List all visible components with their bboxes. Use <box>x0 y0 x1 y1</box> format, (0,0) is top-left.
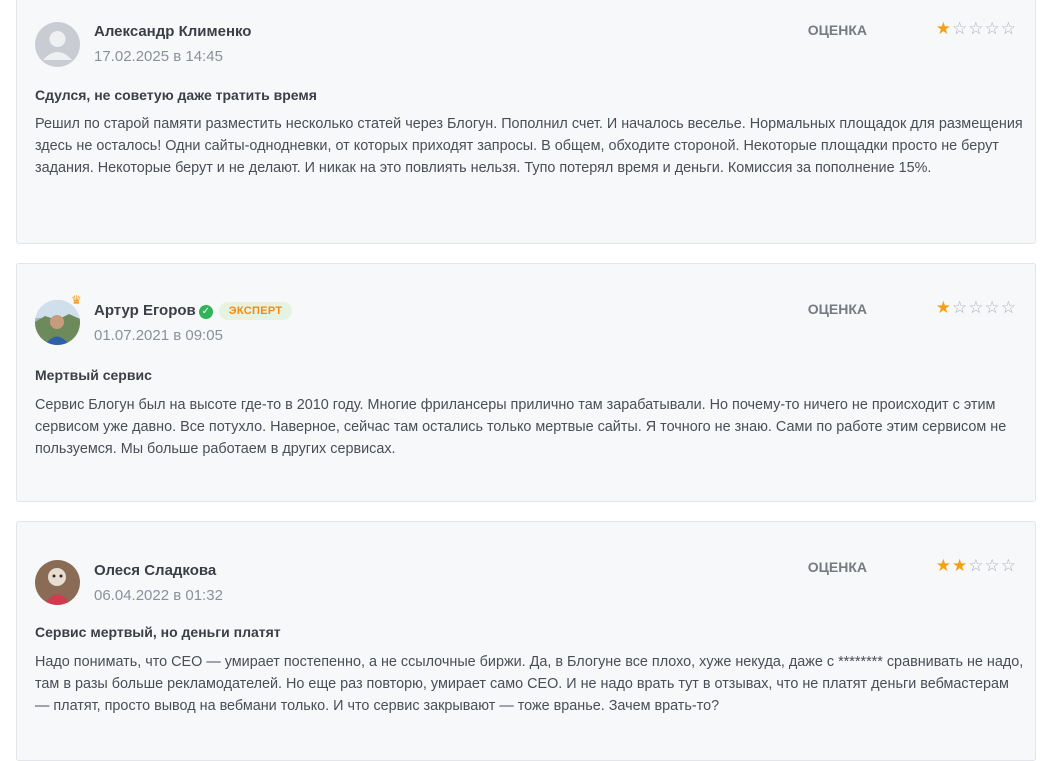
expert-badge: ЭКСПЕРТ <box>218 302 293 320</box>
review-date: 06.04.2022 в 01:32 <box>94 587 223 604</box>
star-empty-icon: ☆ <box>968 19 985 38</box>
star-empty-icon: ☆ <box>984 19 1001 38</box>
rating-label: ОЦЕНКА <box>807 22 867 38</box>
review-date: 01.07.2021 в 09:05 <box>94 327 223 344</box>
review-card: ♛ Артур Егоров ✓ ЭКСПЕРТ 01.07.2021 в 09:0… <box>16 263 1036 502</box>
star-filled-icon: ★ <box>952 556 969 575</box>
star-filled-icon: ★ <box>935 556 952 575</box>
check-circle-icon: ✓ <box>198 305 213 319</box>
star-filled-icon: ★ <box>935 298 952 317</box>
review-title: Мертвый сервис <box>35 367 152 383</box>
review-card: Александр Клименко 17.02.2025 в 14:45 ОЦ… <box>16 0 1036 244</box>
review-title: Сдулся, не советую даже тратить время <box>35 87 317 103</box>
star-filled-icon: ★ <box>935 19 952 38</box>
author-name[interactable]: Олеся Сладкова <box>94 562 216 579</box>
review-title: Сервис мертвый, но деньги платят <box>35 624 281 640</box>
author-name[interactable]: Артур Егоров ✓ ЭКСПЕРТ <box>94 302 293 320</box>
star-empty-icon: ☆ <box>1000 556 1017 575</box>
star-empty-icon: ☆ <box>984 298 1001 317</box>
rating-stars: ★☆☆☆☆ <box>936 19 1017 39</box>
star-empty-icon: ☆ <box>952 298 969 317</box>
crown-icon: ♛ <box>71 293 82 307</box>
review-text: Сервис Блогун был на высоте где-то в 201… <box>35 397 1007 457</box>
review-text: Надо понимать, что CEO — умирает постепе… <box>35 654 1024 714</box>
rating-label: ОЦЕНКА <box>807 301 867 317</box>
review-text: Решил по старой памяти разместить нескол… <box>35 116 1023 176</box>
review-date: 17.02.2025 в 14:45 <box>94 48 223 65</box>
star-empty-icon: ☆ <box>984 556 1001 575</box>
rating-label: ОЦЕНКА <box>807 559 867 575</box>
user-avatar-placeholder-icon[interactable] <box>35 22 80 67</box>
star-empty-icon: ☆ <box>952 19 969 38</box>
author-name-text[interactable]: Артур Егоров <box>94 302 196 319</box>
star-empty-icon: ☆ <box>1000 298 1017 317</box>
author-name[interactable]: Александр Клименко <box>94 23 251 40</box>
review-card: Олеся Сладкова 06.04.2022 в 01:32 ОЦЕНКА… <box>16 521 1036 761</box>
rating-stars: ★★☆☆☆ <box>936 556 1017 576</box>
star-empty-icon: ☆ <box>968 298 985 317</box>
star-empty-icon: ☆ <box>1000 19 1017 38</box>
star-empty-icon: ☆ <box>968 556 985 575</box>
user-avatar[interactable] <box>35 560 80 605</box>
rating-stars: ★☆☆☆☆ <box>936 298 1017 318</box>
